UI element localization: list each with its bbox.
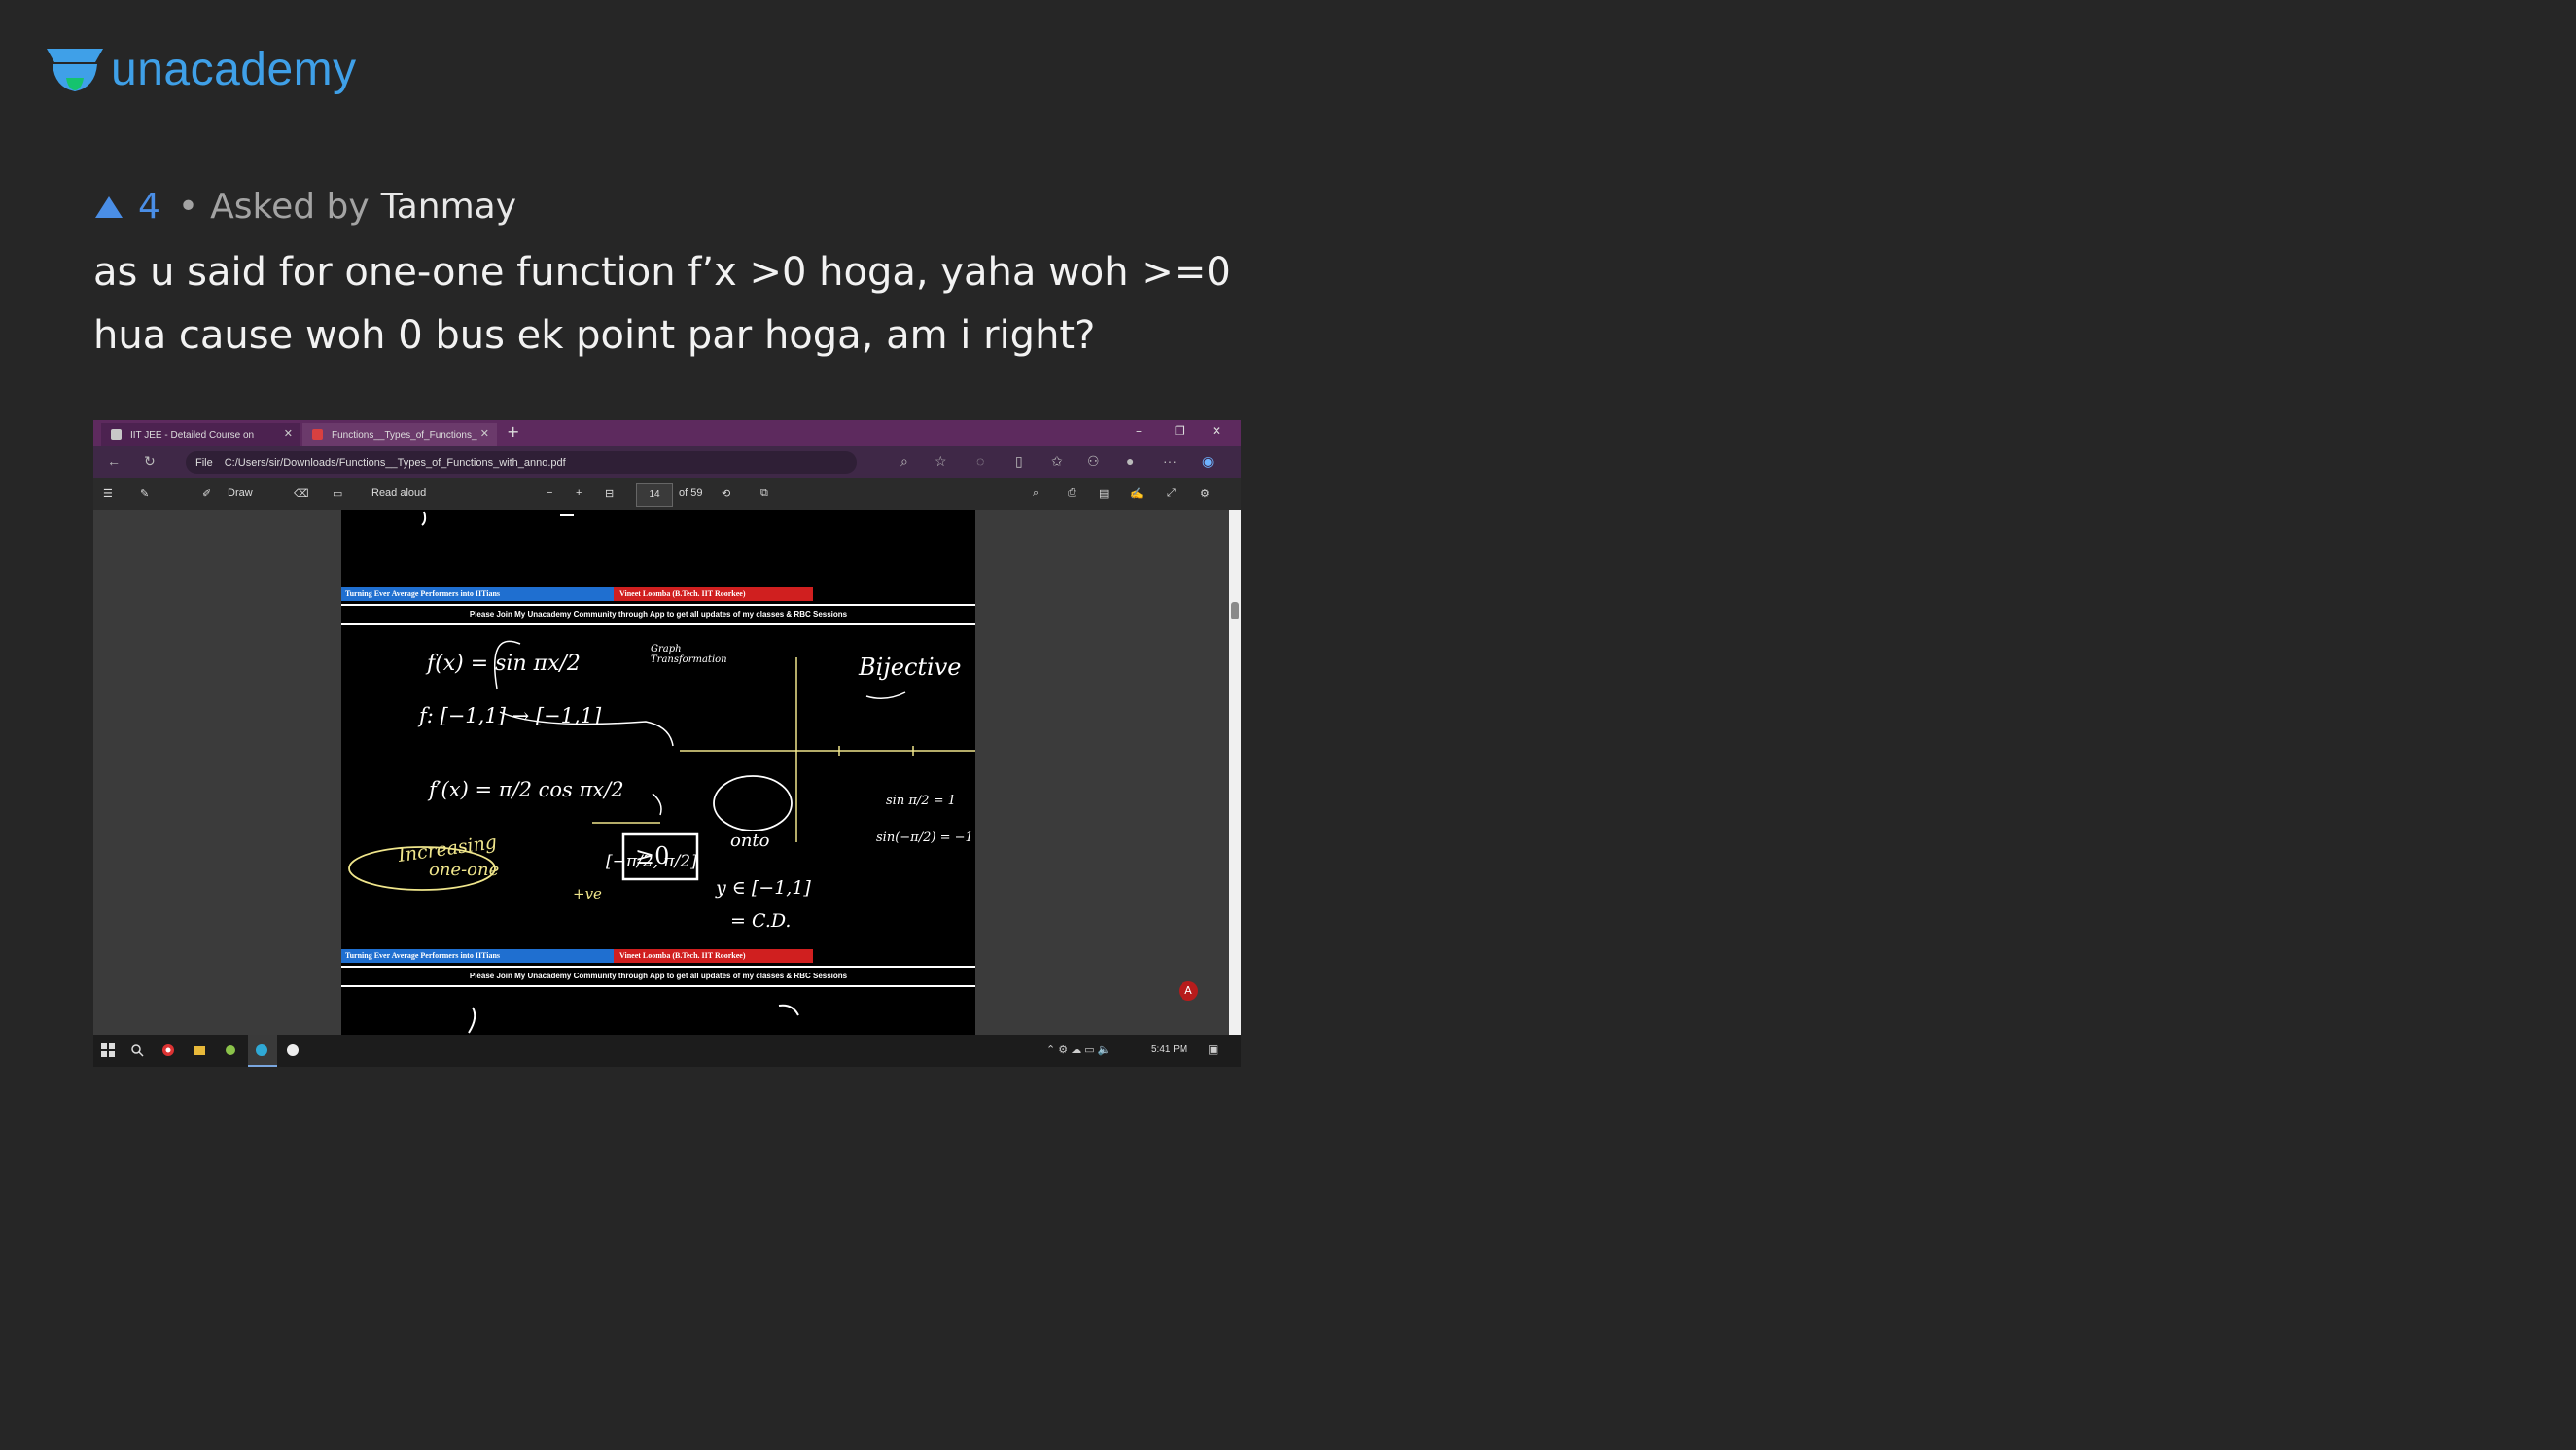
close-window-icon[interactable]: ✕ xyxy=(1212,424,1221,438)
draw-icon[interactable]: ✐ xyxy=(202,487,211,500)
app-icon[interactable] xyxy=(286,1043,300,1057)
question-meta: 4 • Asked by Tanmay xyxy=(93,187,516,227)
app-icon[interactable] xyxy=(224,1043,237,1057)
community-notice: Please Join My Unacademy Community throu… xyxy=(341,604,975,625)
fullscreen-icon[interactable]: ⤢ xyxy=(1167,487,1176,500)
highlight-icon[interactable]: ✎ xyxy=(140,487,149,500)
extensions-icon[interactable]: ◌ xyxy=(976,453,984,469)
file-label: File xyxy=(195,456,213,469)
page-banner: Turning Ever Average Performers into IIT… xyxy=(341,587,975,601)
upvote-triangle-icon[interactable] xyxy=(93,195,124,220)
read-aloud-button[interactable]: Read aloud xyxy=(371,487,426,499)
folder-icon[interactable] xyxy=(193,1043,206,1057)
page-total: of 59 xyxy=(679,487,703,499)
audio-tab-icon xyxy=(111,429,122,440)
new-tab-button[interactable]: + xyxy=(507,422,519,441)
hw-derivative: f′(x) = π/2 cos πx/2 xyxy=(429,778,624,801)
asked-by-label: Asked by xyxy=(210,187,370,227)
minimize-icon[interactable]: – xyxy=(1136,424,1142,438)
unacademy-logo[interactable]: unacademy xyxy=(45,43,357,96)
split-screen-icon[interactable]: ▯ xyxy=(1015,453,1023,470)
draw-label[interactable]: Draw xyxy=(228,487,253,499)
hw-domain-map: f: [−1,1] → [−1,1] xyxy=(419,704,602,727)
search-icon[interactable] xyxy=(130,1043,144,1057)
more-icon[interactable]: ··· xyxy=(1163,453,1177,469)
banner-left: Turning Ever Average Performers into IIT… xyxy=(341,949,614,963)
community-notice: Please Join My Unacademy Community throu… xyxy=(341,966,975,987)
browser-tab[interactable]: IIT JEE - Detailed Course on ✕ xyxy=(101,423,300,446)
next-page-fragment xyxy=(468,1004,799,1034)
hw-range: y ∈ [−1,1] xyxy=(716,877,811,899)
hw-ge-zero: ≥0 xyxy=(635,842,670,869)
notifications-icon[interactable]: ▣ xyxy=(1208,1043,1218,1056)
tab-label: Functions__Types_of_Functions_ xyxy=(332,429,477,441)
hw-one-one: one-one xyxy=(429,860,500,880)
meta-separator: • xyxy=(177,187,199,227)
hw-sin2: sin(−π/2) = −1 xyxy=(876,831,973,845)
hw-onto: onto xyxy=(730,831,770,851)
chrome-icon[interactable] xyxy=(161,1043,175,1057)
hw-bijective: Bijective xyxy=(859,654,962,681)
banner-right: Vineet Loomba (B.Tech. IIT Roorkee) xyxy=(614,587,813,601)
collections-icon[interactable]: ⚇ xyxy=(1087,453,1100,470)
scrollbar-thumb[interactable] xyxy=(1231,602,1239,619)
copilot-icon[interactable]: ◉ xyxy=(1202,453,1214,470)
pdf-toolbar: ☰ ✎ ✐ Draw ⌫ ▭ Read aloud − + ⊟ 14 of 59… xyxy=(93,478,1241,510)
banner-left: Turning Ever Average Performers into IIT… xyxy=(341,587,614,601)
search-icon[interactable]: ⌕ xyxy=(1033,487,1039,500)
settings-icon[interactable]: ⚙ xyxy=(1200,487,1210,500)
page-view-icon[interactable]: ▭ xyxy=(333,487,342,500)
page-number-input[interactable]: 14 xyxy=(636,483,673,507)
page-banner: Turning Ever Average Performers into IIT… xyxy=(341,949,975,963)
hw-codomain: = C.D. xyxy=(730,910,792,932)
favorites-icon[interactable]: ✩ xyxy=(1051,453,1063,470)
zoom-icon[interactable]: ⌕ xyxy=(900,453,908,470)
eraser-icon[interactable]: ⌫ xyxy=(294,487,309,500)
browser-tab-active[interactable]: Functions__Types_of_Functions_ ✕ xyxy=(302,423,497,446)
save-icon[interactable]: ▤ xyxy=(1099,487,1109,500)
scrollbar[interactable] xyxy=(1229,510,1241,1035)
zoom-out-button[interactable]: − xyxy=(547,487,552,499)
windows-start-icon[interactable] xyxy=(101,1043,115,1057)
acrobat-icon[interactable]: A xyxy=(1179,981,1198,1001)
url-text: C:/Users/sir/Downloads/Functions__Types_… xyxy=(224,456,566,469)
back-icon[interactable]: ← xyxy=(107,453,121,469)
windows-taskbar: ⌃ ⚙ ☁ ▭ 🔈 5:41 PM ▣ xyxy=(93,1035,1241,1067)
restore-icon[interactable]: ❐ xyxy=(1175,424,1185,438)
close-icon[interactable]: ✕ xyxy=(480,427,489,440)
hw-graph-note: Graph Transformation xyxy=(651,644,727,665)
hw-f-def: f(x) = sin πx/2 xyxy=(427,652,581,676)
print-icon[interactable]: ⎙ xyxy=(1068,487,1076,500)
edge-icon[interactable] xyxy=(255,1043,268,1057)
taskbar-clock: 5:41 PM xyxy=(1151,1044,1188,1055)
refresh-icon[interactable]: ↻ xyxy=(144,453,156,470)
pdf-viewer[interactable]: Turning Ever Average Performers into IIT… xyxy=(93,510,1241,1035)
rotate-icon[interactable]: ⟲ xyxy=(722,487,730,500)
banner-right: Vineet Loomba (B.Tech. IIT Roorkee) xyxy=(614,949,813,963)
tab-label: IIT JEE - Detailed Course on xyxy=(130,429,255,441)
unacademy-logo-icon xyxy=(47,48,103,91)
two-page-icon[interactable]: ⧉ xyxy=(760,487,768,500)
contents-icon[interactable]: ☰ xyxy=(103,487,113,500)
pdf-tab-icon xyxy=(312,429,323,440)
question-attachment-image[interactable]: IIT JEE - Detailed Course on ✕ Functions… xyxy=(93,420,1241,1067)
brand-name: unacademy xyxy=(111,44,357,95)
favorite-icon[interactable]: ☆ xyxy=(935,453,947,470)
profile-icon[interactable]: ● xyxy=(1126,453,1134,469)
hw-sin1: sin π/2 = 1 xyxy=(886,794,956,808)
pdf-page: Turning Ever Average Performers into IIT… xyxy=(341,510,975,1035)
hw-positive: +ve xyxy=(573,885,602,902)
tray-icons[interactable]: ⌃ ⚙ ☁ ▭ 🔈 xyxy=(1046,1043,1111,1056)
author-name[interactable]: Tanmay xyxy=(381,187,516,227)
save-as-icon[interactable]: ✍ xyxy=(1130,487,1144,500)
question-text: as u said for one-one function f’x >0 ho… xyxy=(93,250,1231,358)
close-icon[interactable]: ✕ xyxy=(284,427,293,440)
address-bar: ← ↻ File C:/Users/sir/Downloads/Function… xyxy=(93,446,1241,478)
vote-count: 4 xyxy=(138,187,160,227)
zoom-in-button[interactable]: + xyxy=(576,487,582,499)
url-input[interactable]: File C:/Users/sir/Downloads/Functions__T… xyxy=(186,451,857,474)
browser-tab-bar: IIT JEE - Detailed Course on ✕ Functions… xyxy=(93,420,1241,446)
fit-page-icon[interactable]: ⊟ xyxy=(605,487,614,500)
